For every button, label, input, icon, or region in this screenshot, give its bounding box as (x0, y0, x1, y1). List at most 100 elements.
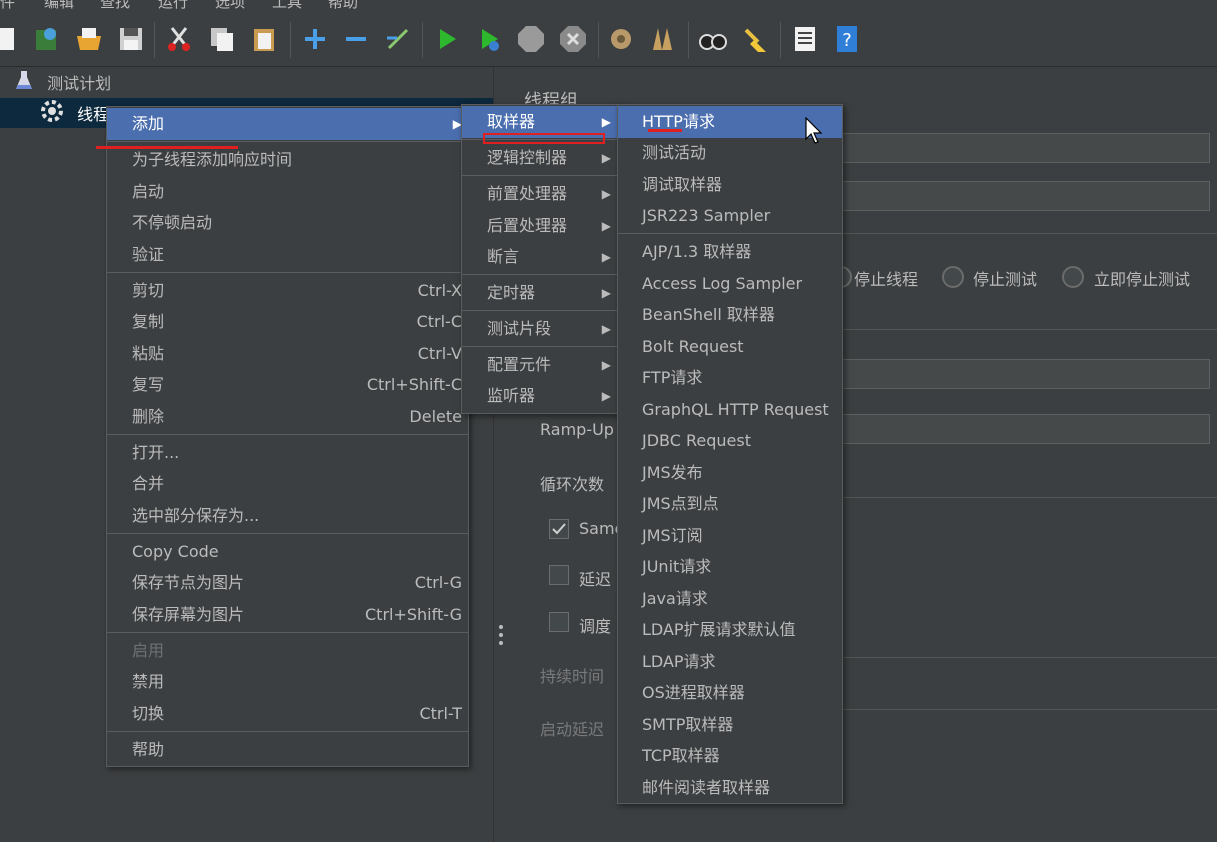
add-submenu-item[interactable]: 断言 ▶ (462, 241, 617, 273)
radio-stop-test[interactable] (942, 266, 964, 288)
toggle-icon[interactable] (383, 24, 413, 54)
threads-field[interactable] (808, 359, 1210, 389)
scheduler-checkbox[interactable] (549, 612, 569, 632)
context-menu-item[interactable]: 启动 (107, 176, 468, 208)
menu-options[interactable]: 选项 (215, 0, 245, 12)
sampler-submenu-item[interactable]: GraphQL HTTP Request (618, 394, 842, 426)
open-icon[interactable] (74, 24, 104, 54)
collapse-icon[interactable] (341, 24, 371, 54)
sampler-submenu-item[interactable]: 调试取样器 (618, 169, 842, 201)
search-icon[interactable] (698, 24, 728, 54)
clear-all-icon[interactable] (648, 24, 678, 54)
sampler-submenu-item[interactable]: LDAP扩展请求默认值 (618, 614, 842, 646)
shutdown-icon[interactable] (558, 24, 588, 54)
context-menu-item[interactable]: 删除 Delete (107, 401, 468, 433)
context-menu-item[interactable]: 禁用 (107, 666, 468, 698)
menu-edit[interactable]: 编辑 (44, 0, 74, 12)
context-menu-item[interactable]: 验证 (107, 239, 468, 271)
submenu-arrow-icon: ▶ (601, 358, 611, 372)
context-menu-item[interactable]: 帮助 (107, 734, 468, 766)
function-helper-icon[interactable] (790, 24, 820, 54)
context-menu-item-label: 粘贴 (132, 344, 165, 363)
stop-icon[interactable] (516, 24, 546, 54)
sampler-submenu-item[interactable]: FTP请求 (618, 362, 842, 394)
templates-icon[interactable] (32, 24, 62, 54)
context-menu-item[interactable]: 保存节点为图片 Ctrl-G (107, 567, 468, 599)
context-menu-item-label: 合并 (132, 474, 165, 493)
sampler-submenu-item-label: GraphQL HTTP Request (642, 400, 829, 419)
clear-icon[interactable] (606, 24, 636, 54)
sampler-submenu-item[interactable]: JDBC Request (618, 425, 842, 457)
sampler-submenu-item[interactable]: 邮件阅读者取样器 (618, 772, 842, 804)
sampler-submenu-item[interactable]: AJP/1.3 取样器 (618, 236, 842, 268)
comment-field[interactable] (808, 181, 1210, 211)
delay-checkbox[interactable] (549, 565, 569, 585)
expand-icon[interactable] (300, 24, 330, 54)
save-icon[interactable] (116, 24, 146, 54)
start-no-pause-icon[interactable] (474, 24, 504, 54)
menu-separator (462, 175, 617, 176)
menu-file[interactable]: 件 (0, 0, 15, 12)
context-menu-item-label: 打开... (132, 443, 180, 462)
submenu-arrow-icon: ▶ (601, 250, 611, 264)
sampler-submenu-item[interactable]: Access Log Sampler (618, 268, 842, 300)
startup-delay-label: 启动延迟 (540, 720, 605, 739)
sampler-submenu-item[interactable]: Java请求 (618, 583, 842, 615)
menu-separator (107, 141, 468, 142)
sampler-submenu-item[interactable]: SMTP取样器 (618, 709, 842, 741)
sampler-submenu-item[interactable]: TCP取样器 (618, 740, 842, 772)
add-submenu-item[interactable]: 前置处理器 ▶ (462, 178, 617, 210)
sampler-submenu-item[interactable]: JMS订阅 (618, 520, 842, 552)
start-icon[interactable] (432, 24, 462, 54)
context-menu-item[interactable]: 切换 Ctrl-T (107, 698, 468, 730)
sampler-submenu-item-label: AJP/1.3 取样器 (642, 242, 752, 261)
context-menu-item[interactable]: 粘贴 Ctrl-V (107, 338, 468, 370)
cut-icon[interactable] (164, 24, 194, 54)
sampler-submenu-item[interactable]: JMS发布 (618, 457, 842, 489)
context-menu-item[interactable]: 添加 ▶ (107, 108, 468, 140)
add-submenu-item[interactable]: 监听器 ▶ (462, 380, 617, 412)
context-menu-item[interactable]: 合并 (107, 468, 468, 500)
add-submenu-item[interactable]: 定时器 ▶ (462, 277, 617, 309)
copy-icon[interactable] (207, 24, 237, 54)
sampler-submenu-item[interactable]: JSR223 Sampler (618, 200, 842, 232)
tree-node-test-plan[interactable]: 测试计划 (14, 69, 111, 97)
help-icon[interactable]: ? (832, 24, 862, 54)
menu-separator (107, 272, 468, 273)
menu-search[interactable]: 查找 (100, 0, 130, 12)
add-submenu-item-label: 监听器 (487, 386, 536, 405)
context-menu-item[interactable]: 剪切 Ctrl-X (107, 275, 468, 307)
add-submenu-item-label: 后置处理器 (487, 216, 568, 235)
context-menu-item[interactable]: 复制 Ctrl-C (107, 306, 468, 338)
context-menu-item[interactable]: 不停顿启动 (107, 207, 468, 239)
sampler-submenu-item[interactable]: Bolt Request (618, 331, 842, 363)
sampler-submenu-item[interactable]: JMS点到点 (618, 488, 842, 520)
context-menu-item-label: 启用 (132, 641, 165, 660)
menu-tools[interactable]: 工具 (272, 0, 302, 12)
add-submenu-item[interactable]: 后置处理器 ▶ (462, 210, 617, 242)
reset-search-icon[interactable] (740, 24, 770, 54)
radio-stop-test-now[interactable] (1062, 266, 1084, 288)
context-menu-item[interactable]: Copy Code (107, 536, 468, 568)
sampler-submenu-item[interactable]: LDAP请求 (618, 646, 842, 678)
shortcut-label: Ctrl-G (414, 573, 462, 592)
sampler-submenu-item[interactable]: JUnit请求 (618, 551, 842, 583)
sampler-submenu-item-label: BeanShell 取样器 (642, 305, 775, 324)
name-field[interactable] (808, 133, 1210, 163)
sampler-submenu-item[interactable]: BeanShell 取样器 (618, 299, 842, 331)
context-menu-item[interactable]: 保存屏幕为图片 Ctrl+Shift-G (107, 599, 468, 631)
add-submenu-item[interactable]: 配置元件 ▶ (462, 349, 617, 381)
ramp-up-field[interactable] (808, 414, 1210, 444)
new-icon[interactable] (0, 24, 20, 54)
add-submenu-item[interactable]: 逻辑控制器 ▶ (462, 142, 617, 174)
paste-icon[interactable] (249, 24, 279, 54)
context-menu-item[interactable]: 打开... (107, 437, 468, 469)
sampler-submenu-item[interactable]: OS进程取样器 (618, 677, 842, 709)
menu-help[interactable]: 帮助 (328, 0, 358, 12)
context-menu-item[interactable]: 选中部分保存为... (107, 500, 468, 532)
menu-run[interactable]: 运行 (158, 0, 188, 12)
add-submenu-item[interactable]: 测试片段 ▶ (462, 313, 617, 345)
context-menu-item[interactable]: 复写 Ctrl+Shift-C (107, 369, 468, 401)
same-user-checkbox[interactable] (549, 519, 569, 539)
add-submenu-item-label: 配置元件 (487, 355, 552, 374)
